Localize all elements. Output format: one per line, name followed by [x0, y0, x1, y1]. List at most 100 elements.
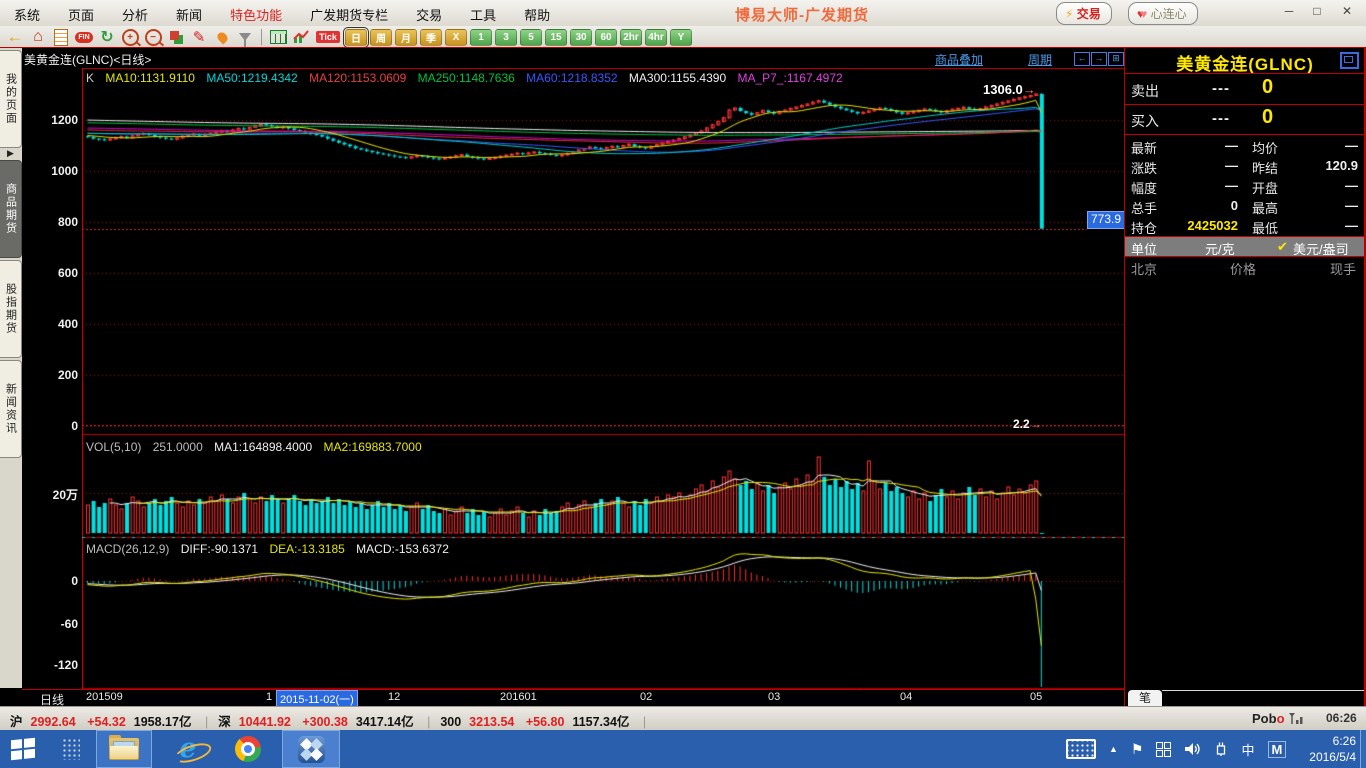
period-2hr-button[interactable]: 2hr	[620, 29, 642, 46]
period-link[interactable]: 周期	[1028, 51, 1052, 68]
menu-features[interactable]: 特色功能	[216, 0, 296, 24]
dots-grid-icon	[62, 738, 80, 760]
pen-tab[interactable]: 笔	[1128, 690, 1162, 706]
minimize-button[interactable]: ─	[1276, 2, 1302, 22]
keyboard-icon[interactable]	[1066, 739, 1096, 759]
last-price-label: 773.9	[1087, 211, 1125, 229]
start-button[interactable]	[0, 730, 46, 768]
signal-icon	[1288, 712, 1306, 725]
period-30min-button[interactable]: 30	[570, 29, 592, 46]
frame-line	[0, 47, 1366, 48]
finance-icon[interactable]: FIN	[74, 28, 94, 46]
back-icon[interactable]: ←	[5, 28, 25, 46]
power-plug-icon[interactable]	[1214, 741, 1228, 757]
overlay-link[interactable]: 商品叠加	[935, 51, 983, 68]
close-button[interactable]: ✕	[1334, 2, 1360, 22]
macd-axis-label: -60	[24, 617, 78, 631]
network-icon[interactable]	[1156, 742, 1171, 757]
field-value: —	[1288, 218, 1358, 233]
frame-line	[1124, 104, 1366, 105]
footer-beijing: 北京	[1131, 259, 1157, 278]
period-15min-button[interactable]: 15	[545, 29, 567, 46]
sidebar-tab-commodity-futures[interactable]: 商品期货	[0, 160, 22, 258]
internet-explorer-button[interactable]: e	[162, 730, 214, 768]
sidebar-tab-news-info[interactable]: 新闻资讯	[0, 360, 22, 458]
y-axis-label: 400	[24, 317, 78, 331]
brush-icon[interactable]	[212, 28, 232, 46]
maximize-button[interactable]: □	[1304, 2, 1330, 22]
date-tick: 201601	[500, 691, 537, 703]
period-day-button[interactable]: 日	[345, 29, 367, 46]
volume-indicator-header: VOL(5,10) 251.0000 MA1:164898.4000 MA2:1…	[86, 440, 430, 454]
prev-window-icon[interactable]: ←	[1074, 52, 1090, 66]
split-window-icon[interactable]: ⊞	[1108, 52, 1124, 66]
period-5min-button[interactable]: 5	[520, 29, 542, 46]
document-icon[interactable]	[51, 28, 71, 46]
period-60min-button[interactable]: 60	[595, 29, 617, 46]
y-axis-label: 200	[24, 368, 78, 382]
frame-line	[1124, 48, 1125, 706]
period-week-button[interactable]: 周	[370, 29, 392, 46]
menu-bar: 系统 页面 分析 新闻 特色功能 广发期货专栏 交易 工具 帮助 博易大师-广发…	[0, 0, 1366, 27]
sell-qty: 0	[1262, 76, 1273, 99]
buy-qty: 0	[1262, 106, 1273, 129]
period-x-button[interactable]: X	[445, 29, 467, 46]
pobo-app-button[interactable]	[282, 730, 340, 768]
price-volume-macd-canvas[interactable]	[82, 68, 1124, 690]
zoom-in-icon[interactable]: +	[120, 28, 140, 46]
flag-icon[interactable]: ⚑	[1131, 741, 1144, 758]
expand-arrow-icon[interactable]: ▶	[7, 148, 14, 159]
heart-link-button[interactable]: ♥♥ 心连心	[1128, 2, 1198, 25]
system-tray: ▲ ⚑ 中 M	[1066, 730, 1286, 768]
show-desktop-button[interactable]	[1360, 730, 1366, 768]
frame-line	[1124, 134, 1366, 135]
taskbar-clock[interactable]: 6:26 2016/5/4	[1309, 733, 1356, 765]
menu-trade[interactable]: 交易	[402, 0, 456, 24]
date-tick: 12	[388, 691, 400, 703]
file-explorer-button[interactable]	[96, 730, 152, 768]
menu-gf-column[interactable]: 广发期货专栏	[296, 0, 402, 24]
chrome-button[interactable]	[222, 730, 274, 768]
sidebar-tab-my-pages[interactable]: 我的页面	[0, 50, 22, 148]
home-icon[interactable]: ⌂	[28, 28, 48, 46]
menu-help[interactable]: 帮助	[510, 0, 564, 24]
period-month-button[interactable]: 月	[395, 29, 417, 46]
field-value: —	[1168, 138, 1238, 153]
menu-tools[interactable]: 工具	[456, 0, 510, 24]
footer-price: 价格	[1230, 259, 1256, 278]
filter-icon[interactable]	[235, 28, 255, 46]
next-window-icon[interactable]: →	[1091, 52, 1107, 66]
restore-panel-icon[interactable]	[1340, 52, 1359, 69]
touch-keyboard-button[interactable]	[56, 730, 86, 768]
period-year-button[interactable]: Y	[670, 29, 692, 46]
tick-chart-button[interactable]: Tick	[314, 28, 342, 46]
period-quarter-button[interactable]: 季	[420, 29, 442, 46]
clock-time: 6:26	[1309, 733, 1356, 749]
pencil-icon[interactable]: ✎	[189, 28, 209, 46]
field-value: —	[1288, 198, 1358, 213]
hidden-icons-arrow[interactable]: ▲	[1109, 744, 1118, 754]
sidebar-tab-index-futures[interactable]: 股指期货	[0, 260, 22, 358]
menu-analysis[interactable]: 分析	[108, 0, 162, 24]
date-tick: 02	[640, 691, 652, 703]
refresh-icon[interactable]: ↻	[97, 28, 117, 46]
trend-chart-icon[interactable]	[291, 28, 311, 46]
volume-icon[interactable]	[1184, 741, 1201, 757]
menu-news[interactable]: 新闻	[162, 0, 216, 24]
frame-line	[1124, 256, 1366, 257]
period-3min-button[interactable]: 3	[495, 29, 517, 46]
field-label: 均价	[1252, 138, 1278, 157]
menu-system[interactable]: 系统	[0, 0, 54, 24]
ime-mode-icon[interactable]: M	[1268, 741, 1287, 758]
period-4hr-button[interactable]: 4hr	[645, 29, 667, 46]
trade-button[interactable]: ⚡ 交易	[1056, 2, 1112, 25]
period-1min-button[interactable]: 1	[470, 29, 492, 46]
field-label: 最低	[1252, 218, 1278, 237]
connection-time: 06:26	[1326, 711, 1357, 725]
left-tab-strip: 我的页面 ▶ 商品期货 股指期货 新闻资讯	[0, 48, 22, 688]
quote-table-icon[interactable]	[268, 28, 288, 46]
menu-page[interactable]: 页面	[54, 0, 108, 24]
zoom-out-icon[interactable]: −	[143, 28, 163, 46]
ime-language-icon[interactable]: 中	[1241, 740, 1254, 759]
layers-icon[interactable]	[166, 28, 186, 46]
